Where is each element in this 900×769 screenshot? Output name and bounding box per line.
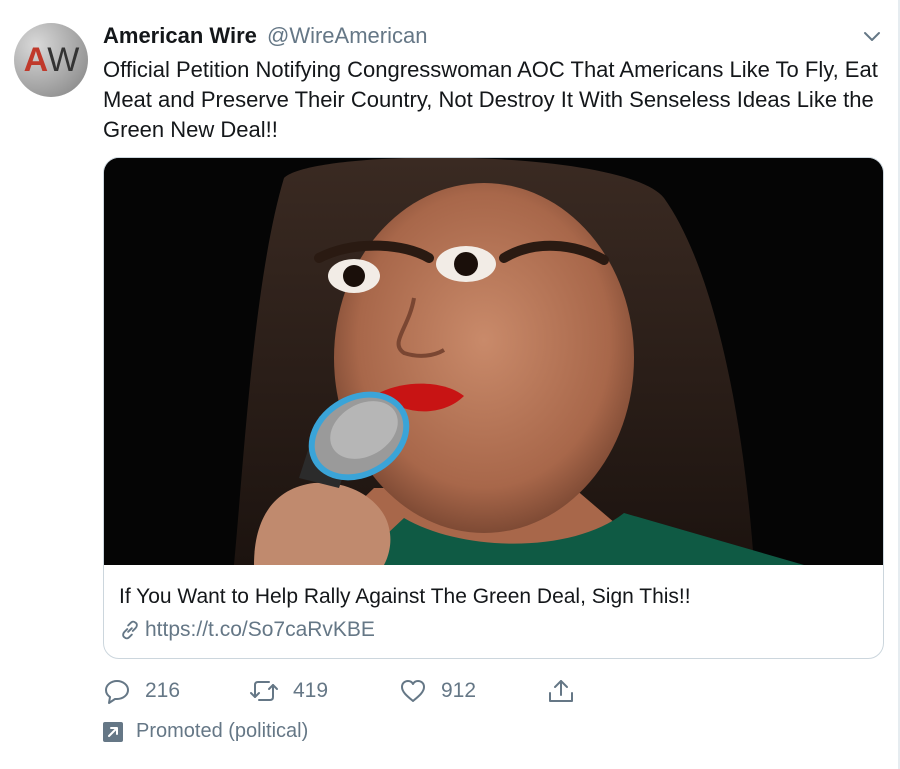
retweet-count: 419 bbox=[293, 679, 329, 702]
card-link[interactable]: https://t.co/So7caRvKBE bbox=[119, 616, 375, 644]
share-icon bbox=[549, 680, 573, 702]
like-count: 912 bbox=[441, 679, 477, 702]
tweet-text: Official Petition Notifying Congresswoma… bbox=[103, 57, 878, 142]
promoted-icon bbox=[103, 721, 123, 742]
link-card[interactable]: If You Want to Help Rally Against The Gr… bbox=[103, 157, 884, 659]
card-image[interactable] bbox=[104, 158, 883, 565]
author-handle[interactable]: @WireAmerican bbox=[267, 23, 427, 48]
reply-icon bbox=[105, 680, 129, 704]
chevron-down-icon[interactable] bbox=[862, 26, 882, 46]
like-button[interactable]: 912 bbox=[399, 674, 476, 708]
reply-button[interactable]: 216 bbox=[103, 674, 180, 708]
retweet-button[interactable]: 419 bbox=[249, 674, 328, 708]
reply-count: 216 bbox=[145, 679, 181, 702]
promoted-label-row: Promoted (political) bbox=[103, 720, 308, 743]
heart-icon bbox=[401, 680, 425, 702]
avatar-logo: AW bbox=[23, 40, 80, 79]
share-button[interactable] bbox=[547, 674, 575, 708]
link-icon bbox=[122, 620, 138, 640]
card-link-text[interactable]: https://t.co/So7caRvKBE bbox=[145, 616, 375, 644]
author-avatar[interactable]: AW bbox=[14, 23, 88, 97]
card-title[interactable]: If You Want to Help Rally Against The Gr… bbox=[119, 583, 691, 611]
author-name[interactable]: American Wire bbox=[103, 23, 257, 48]
retweet-icon bbox=[250, 681, 278, 701]
tweet-header: American Wire @WireAmerican bbox=[103, 22, 427, 50]
promoted-label[interactable]: Promoted (political) bbox=[136, 720, 308, 743]
